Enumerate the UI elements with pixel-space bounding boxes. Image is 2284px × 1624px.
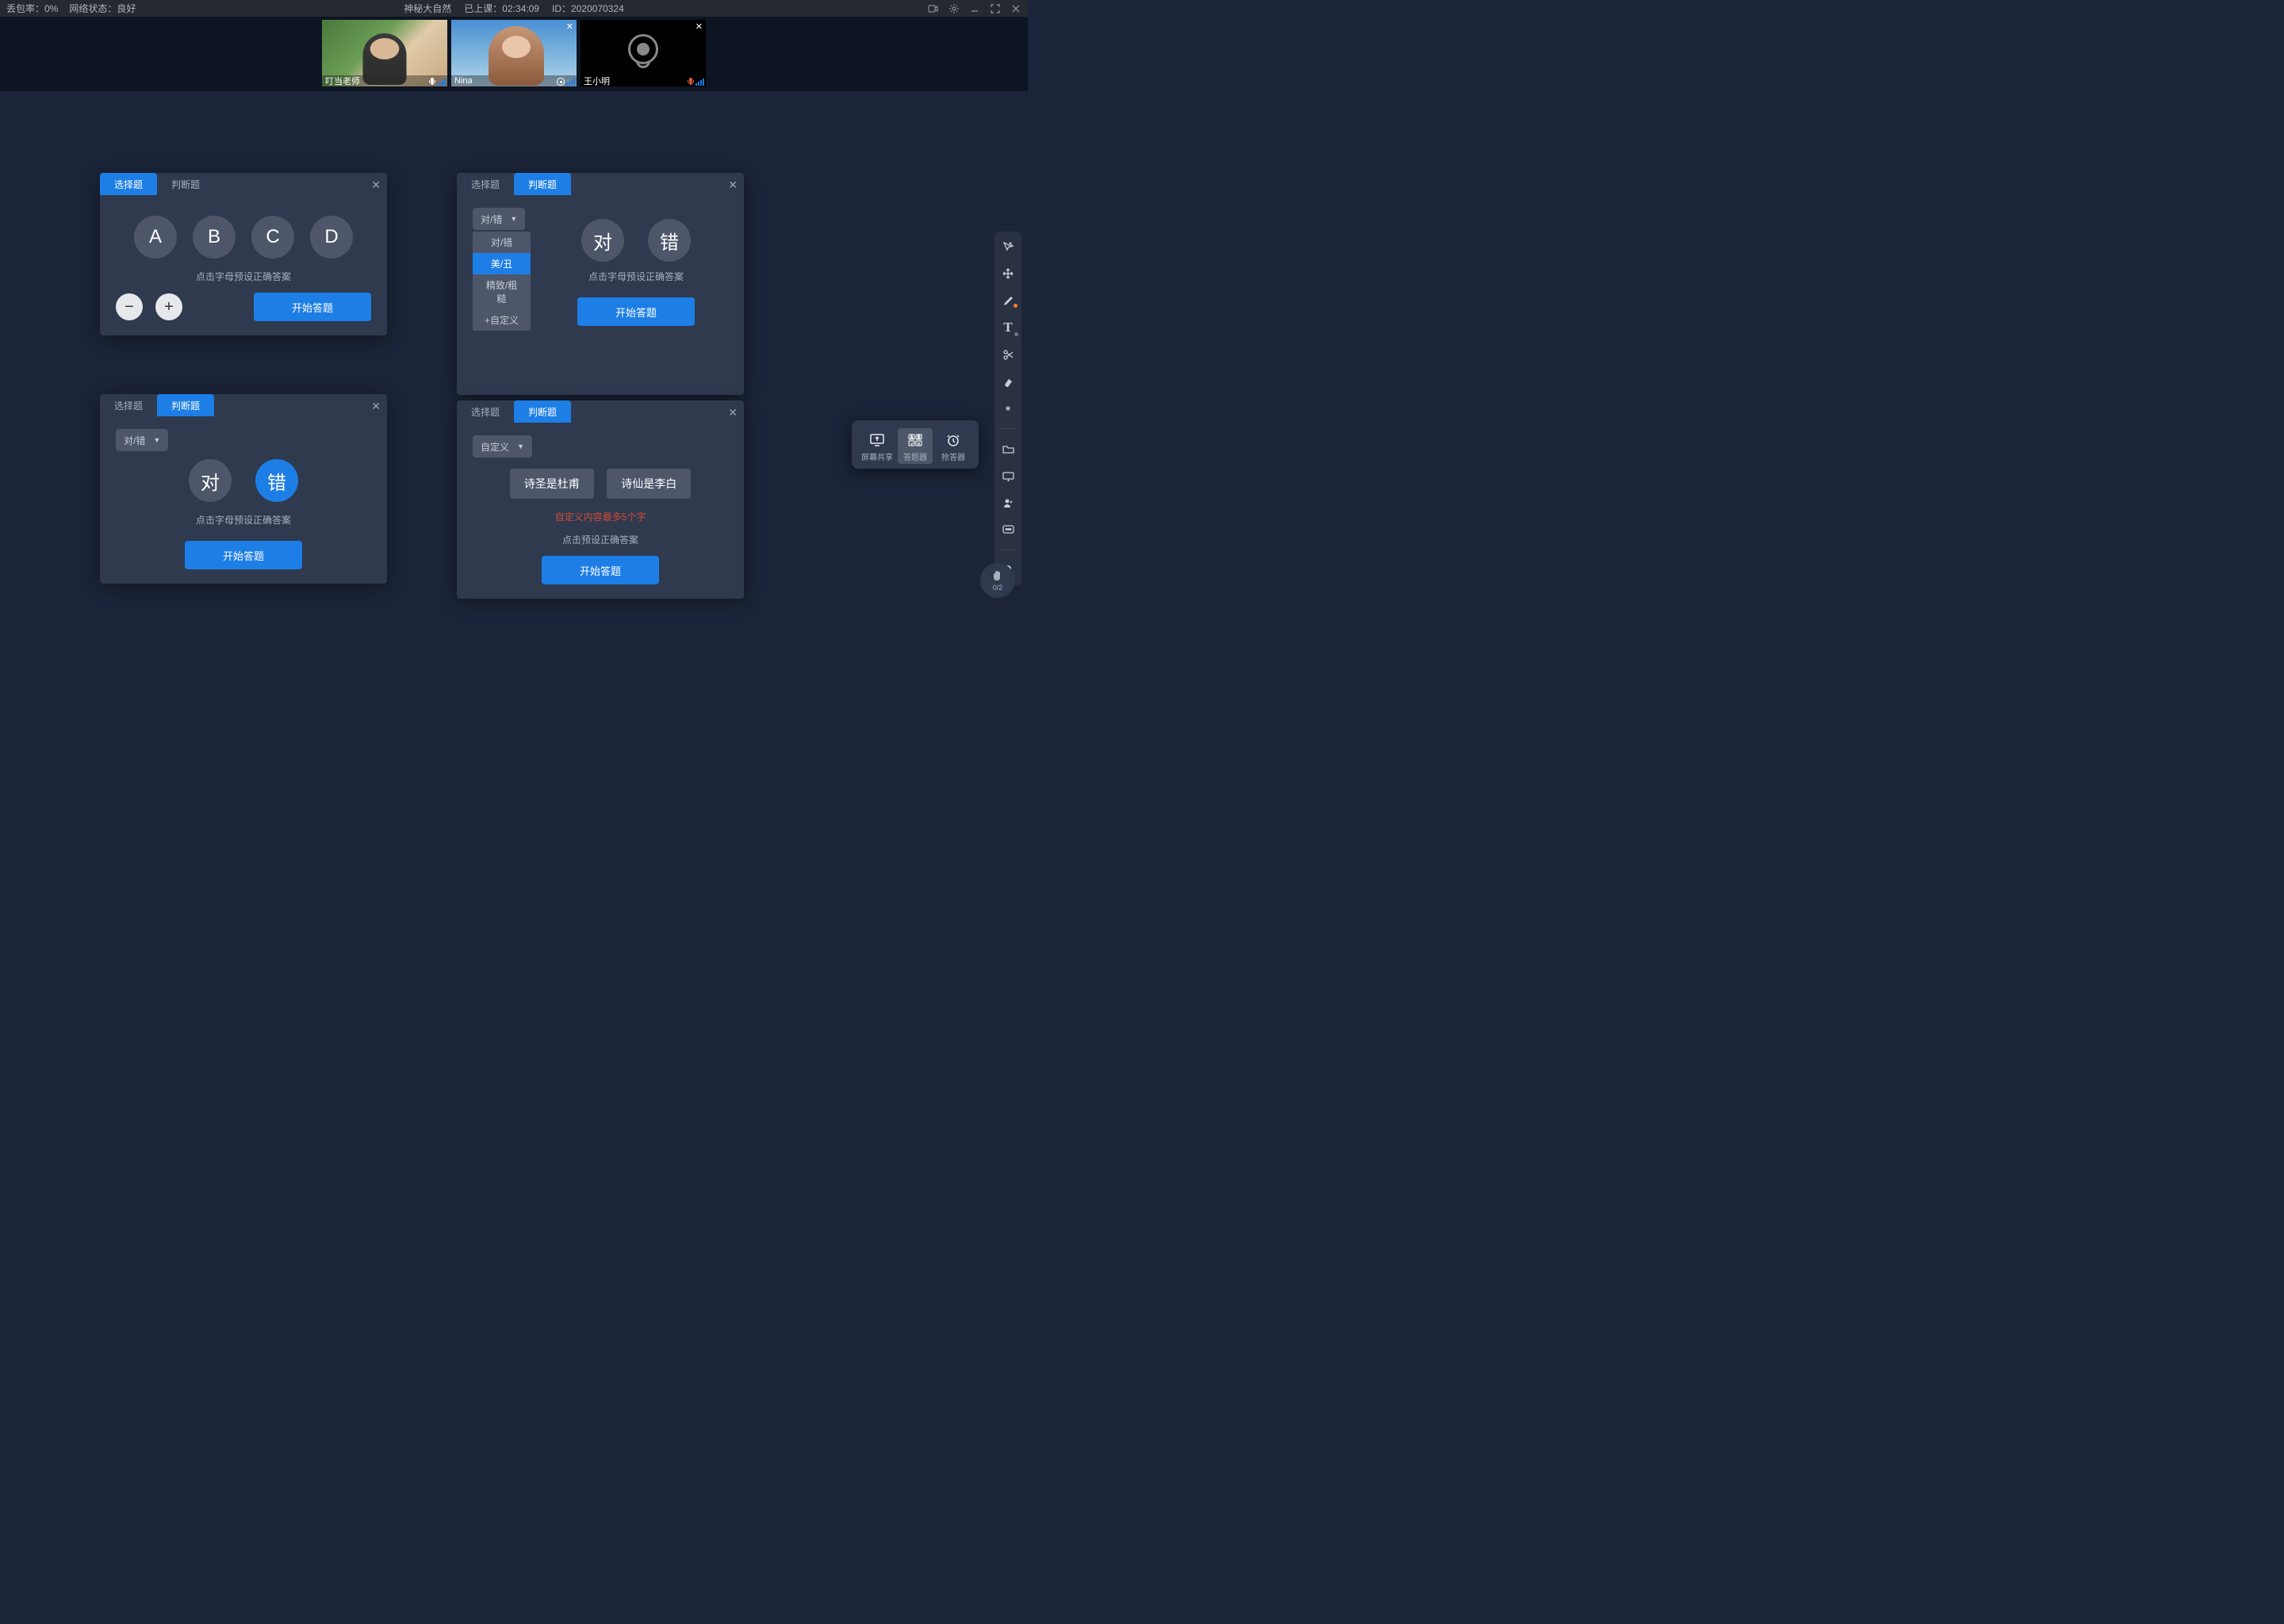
video-tile-student-1[interactable]: ✕ Nina [451,20,577,86]
option-false[interactable]: 错 [648,219,691,262]
class-title: 神秘大自然 [404,2,451,15]
start-quiz-button[interactable]: 开始答题 [254,293,371,321]
quiz-panel-custom: 选择题 判断题 ✕ 自定义▼ 诗圣是杜甫 诗仙是李白 自定义内容最多5个字 点击… [457,400,744,599]
buzzer-button[interactable]: 抢答器 [936,428,971,464]
chevron-down-icon: ▼ [153,436,160,444]
video-tile-student-2[interactable]: ✕ 王小明 [581,20,706,86]
judge-type-select[interactable]: 对/错▼ [473,208,525,230]
hint-text: 点击字母预设正确答案 [116,270,371,283]
quiz-panel-judge: 选择题 判断题 ✕ 对/错▼ 对 错 点击字母预设正确答案 开始答题 [100,394,387,584]
quiz-panel-choice: 选择题 判断题 ✕ A B C D 点击字母预设正确答案 − + 开始答题 [100,173,387,335]
side-toolbar: T [994,232,1021,585]
mic-muted-icon [688,78,694,86]
quiz-tool-button[interactable]: AB 答题器 [898,428,933,464]
settings-icon[interactable] [948,3,960,14]
top-bar: 丢包率：0% 网络状态：良好 神秘大自然 已上课：02:34:09 ID：202… [0,0,1028,17]
quiz-panel-judge-dropdown: 选择题 判断题 ✕ 对/错▼ 对/错 美/丑 精致/粗糙 +自定义 对 错 点击… [457,173,744,395]
fullscreen-icon[interactable] [990,3,1001,14]
screen-share-icon [860,431,895,449]
hint-text: 点击字母预设正确答案 [544,270,728,283]
option-b[interactable]: B [193,216,236,259]
option-d[interactable]: D [310,216,353,259]
panel-close-icon[interactable]: ✕ [728,178,738,192]
option-a[interactable]: A [134,216,177,259]
pointer-tool-icon[interactable] [999,238,1017,255]
add-option-button[interactable]: + [155,293,182,320]
tab-choice[interactable]: 选择题 [457,400,514,423]
move-tool-icon[interactable] [999,265,1017,282]
camera-toggle-icon[interactable] [928,3,939,14]
chat-icon[interactable] [999,521,1017,538]
laser-tool-icon[interactable] [999,400,1017,417]
option-false-selected[interactable]: 错 [255,459,298,502]
close-icon[interactable] [1010,3,1021,14]
chevron-down-icon: ▼ [517,442,524,450]
screen-share-button[interactable]: 屏幕共享 [860,428,895,464]
courseware-icon[interactable] [999,467,1017,485]
tab-judge[interactable]: 判断题 [514,173,571,195]
camera-off-icon [628,34,658,64]
folder-icon[interactable] [999,440,1017,458]
start-quiz-button[interactable]: 开始答题 [542,556,659,584]
remove-option-button[interactable]: − [116,293,143,320]
clock-icon [936,431,971,449]
judge-type-select[interactable]: 对/错▼ [116,429,168,451]
tab-choice[interactable]: 选择题 [457,173,514,195]
tab-judge[interactable]: 判断题 [157,394,214,416]
minimize-icon[interactable] [969,3,980,14]
start-quiz-button[interactable]: 开始答题 [577,297,695,326]
panel-close-icon[interactable]: ✕ [371,400,381,413]
option-true[interactable]: 对 [189,459,232,502]
session-id: ID：2020070324 [552,2,624,15]
judge-type-select[interactable]: 自定义▼ [473,435,532,458]
signal-icon [437,78,446,86]
tile-close-icon[interactable]: ✕ [566,21,573,32]
hint-text: 点击预设正确答案 [473,533,728,546]
panel-close-icon[interactable]: ✕ [371,178,381,192]
signal-icon [566,78,575,86]
video-row: 叮当老师 ✕ Nina ✕ 王小明 [0,17,1028,91]
judge-type-dropdown[interactable]: 对/错 美/丑 精致/粗糙 +自定义 [473,232,531,331]
pen-tool-icon[interactable] [999,292,1017,309]
option-true[interactable]: 对 [581,219,624,262]
scissors-tool-icon[interactable] [999,346,1017,363]
eraser-tool-icon[interactable] [999,373,1017,390]
tab-choice[interactable]: 选择题 [100,173,157,195]
tab-choice[interactable]: 选择题 [100,394,157,416]
chevron-down-icon: ▼ [510,215,517,223]
video-tile-teacher[interactable]: 叮当老师 [322,20,447,86]
start-quiz-button[interactable]: 开始答题 [185,541,302,569]
packet-loss: 丢包率：0% [6,2,58,15]
elapsed: 已上课：02:34:09 [464,2,539,15]
quiz-icon: AB [898,431,933,449]
tab-judge[interactable]: 判断题 [514,400,571,423]
tile-close-icon[interactable]: ✕ [696,21,703,32]
text-tool-icon[interactable]: T [999,319,1017,336]
raise-hand-badge[interactable]: 0/2 [980,563,1015,598]
target-icon [557,78,565,86]
error-text: 自定义内容最多5个字 [473,510,728,523]
signal-icon [696,78,704,86]
panel-close-icon[interactable]: ✕ [728,406,738,419]
custom-option-1[interactable]: 诗圣是杜甫 [510,469,594,499]
tab-judge[interactable]: 判断题 [157,173,214,195]
network-status: 网络状态：良好 [69,2,136,15]
custom-option-2[interactable]: 诗仙是李白 [607,469,691,499]
participants-icon[interactable] [999,494,1017,511]
quiz-tool-tray: 屏幕共享 AB 答题器 抢答器 [852,420,979,469]
option-c[interactable]: C [251,216,294,259]
mic-icon [429,78,435,86]
separator [1000,428,1016,429]
hint-text: 点击字母预设正确答案 [116,513,371,527]
